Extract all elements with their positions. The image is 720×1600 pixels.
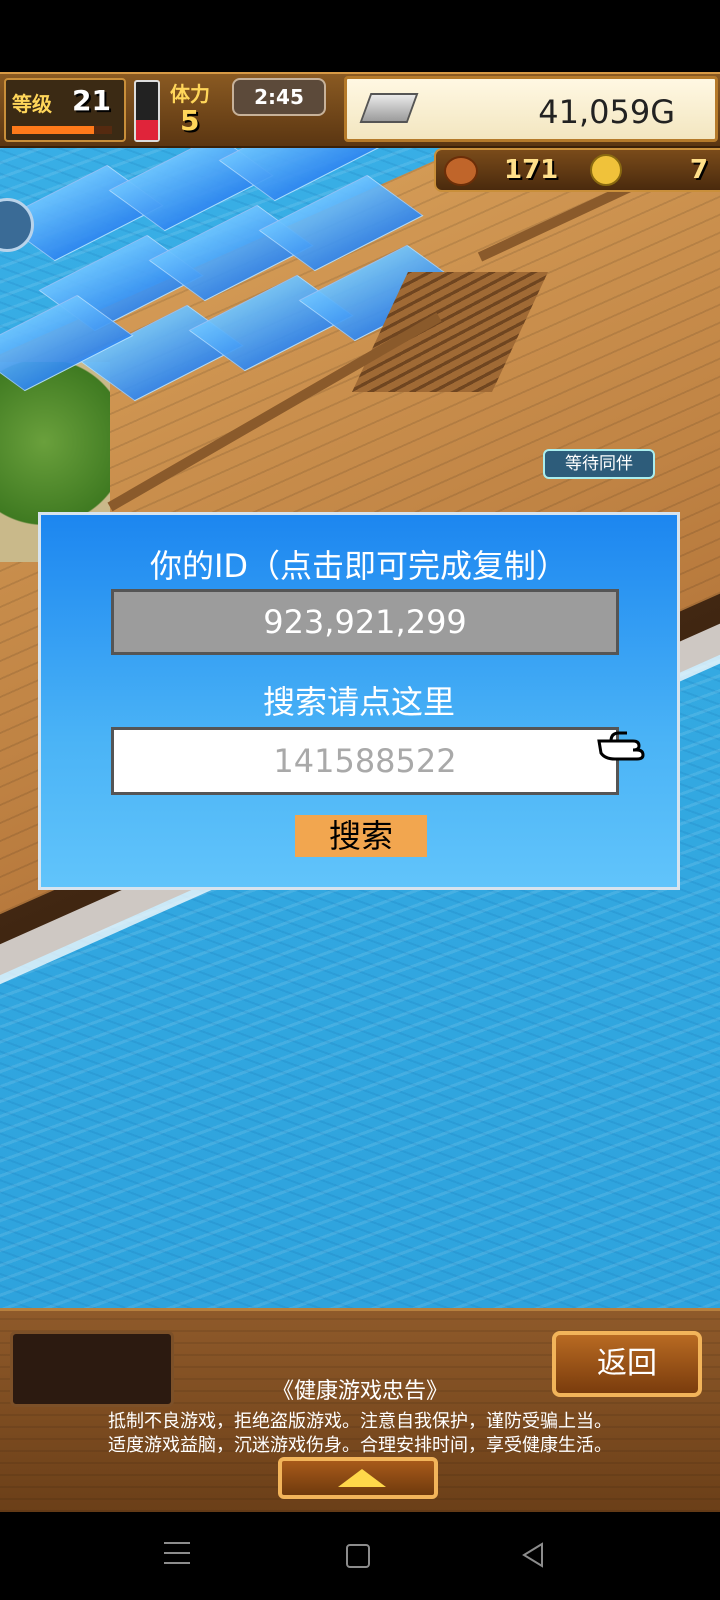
npc-status-tag: 等待同伴 xyxy=(543,449,655,479)
stamina-value: 5 xyxy=(180,104,200,137)
expand-menu-button[interactable] xyxy=(278,1457,438,1499)
silver-bar-icon xyxy=(359,93,419,123)
resource-bar: 171 7 xyxy=(434,148,720,192)
hp-gauge xyxy=(134,80,160,142)
exp-bar xyxy=(12,126,112,134)
health-advice-line-1: 抵制不良游戏，拒绝盗版游戏。注意自我保护，谨防受骗上当。 xyxy=(108,1411,612,1432)
nav-menu-icon[interactable] xyxy=(164,1542,190,1566)
search-button[interactable]: 搜索 xyxy=(295,815,427,857)
up-arrow-icon xyxy=(338,1469,386,1487)
gold-medal-icon xyxy=(590,154,622,186)
stamina-timer: 2:45 xyxy=(232,78,326,116)
system-nav-bar xyxy=(0,1512,720,1600)
search-hint: 搜索请点这里 xyxy=(262,683,455,721)
exp-bar-fill xyxy=(12,126,94,134)
food-value: 171 xyxy=(504,155,559,185)
bottom-panel: 返回 《健康游戏忠告》 抵制不良游戏，拒绝盗版游戏。注意自我保护，谨防受骗上当。… xyxy=(0,1308,720,1512)
meat-icon xyxy=(444,156,478,186)
medal-value: 7 xyxy=(689,155,708,185)
health-advice-title: 《健康游戏忠告》 xyxy=(271,1379,448,1404)
my-id-copy-box[interactable]: 923,921,299 xyxy=(111,589,619,655)
top-hud: 等级 21 体力 5 2:45 41,059G xyxy=(0,72,720,148)
status-bar xyxy=(0,0,720,72)
level-panel: 等级 21 xyxy=(4,78,126,142)
level-value: 21 xyxy=(72,84,111,117)
nav-back-icon[interactable] xyxy=(520,1542,546,1568)
friend-id-dialog: 你的ID（点击即可完成复制） 923,921,299 搜索请点这里 搜索 xyxy=(38,512,680,890)
dialog-title: 你的ID（点击即可完成复制） xyxy=(149,547,569,585)
hp-gauge-fill xyxy=(136,119,158,140)
gold-value: 41,059G xyxy=(538,93,675,131)
gold-panel: 41,059G xyxy=(344,76,718,142)
health-advice-line-2: 适度游戏益脑，沉迷游戏伤身。合理安排时间，享受健康生活。 xyxy=(108,1435,612,1456)
friend-id-search-input[interactable] xyxy=(111,727,619,795)
nav-home-icon[interactable] xyxy=(346,1544,370,1568)
stamina-label: 体力 xyxy=(170,82,210,106)
level-label: 等级 xyxy=(12,92,52,116)
hand-pointer-icon xyxy=(597,731,645,761)
